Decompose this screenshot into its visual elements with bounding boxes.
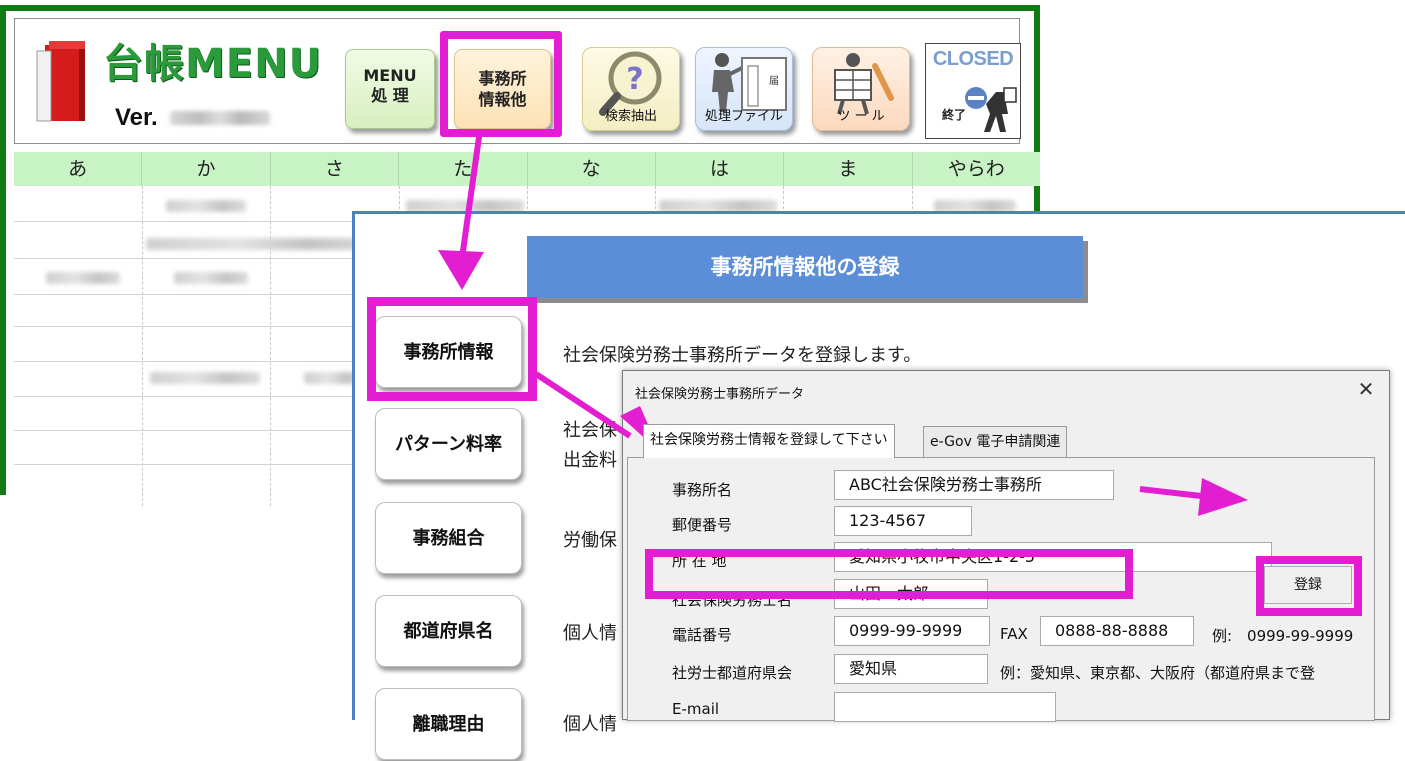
resignation-reason-description: 個人情 bbox=[563, 714, 617, 735]
kana-tab-ma[interactable]: ま bbox=[784, 152, 913, 186]
svg-text:?: ? bbox=[626, 62, 643, 97]
search-extract-label: 検索抽出 bbox=[604, 109, 657, 124]
process-file-label: 処理ファイル bbox=[704, 109, 783, 124]
menu-process-line2: 処 理 bbox=[371, 86, 409, 105]
prefecture-example: 例：愛知県、東京都、大阪府（都道府県まで登 bbox=[1000, 664, 1316, 682]
blurred-cell bbox=[174, 272, 248, 284]
app-title: 台帳MENU bbox=[103, 41, 323, 87]
postal-code-input[interactable]: 123-4567 bbox=[834, 506, 972, 536]
kana-tab-a[interactable]: あ bbox=[14, 152, 143, 186]
ledger-book-icon bbox=[36, 41, 85, 122]
kana-tab-yarawa[interactable]: やらわ bbox=[913, 152, 1040, 186]
closed-exit-button[interactable]: CLOSED 終了 bbox=[925, 43, 1021, 139]
prefecture-name-description: 個人情 bbox=[563, 623, 617, 644]
office-name-label: 事務所名 bbox=[672, 481, 733, 499]
phone-example: 例: 0999-99-9999 bbox=[1212, 627, 1354, 645]
office-name-input[interactable]: ABC社会保険労務士事務所 bbox=[834, 470, 1114, 500]
office-info-tab-panel: 事務所名 ABC社会保険労務士事務所 郵便番号 123-4567 所 在 地 愛… bbox=[627, 457, 1375, 722]
email-label: E-mail bbox=[672, 700, 720, 718]
kana-tab-na[interactable]: な bbox=[528, 152, 656, 186]
blurred-cell bbox=[46, 272, 120, 284]
fax-label: FAX bbox=[1000, 625, 1028, 643]
search-extract-button[interactable]: ? 検索抽出 bbox=[582, 47, 680, 131]
email-input[interactable] bbox=[834, 692, 1056, 722]
tool-label: ツ ー ル bbox=[837, 109, 885, 124]
exit-person-icon bbox=[965, 87, 1017, 132]
blurred-cell bbox=[146, 238, 376, 250]
blurred-cell bbox=[150, 372, 260, 384]
tab-egov[interactable]: e-Gov 電子申請関連 bbox=[923, 426, 1068, 458]
pattern-rate-description-2: 出金料 bbox=[563, 450, 617, 471]
grid-col-line bbox=[270, 186, 271, 506]
form-title: 事務所情報他の登録 bbox=[527, 236, 1083, 298]
pattern-rate-side-button[interactable]: パターン料率 bbox=[375, 408, 522, 480]
tab-office-info[interactable]: 社会保険労務士情報を登録して下さい bbox=[643, 424, 895, 458]
exit-label: 終了 bbox=[942, 108, 967, 122]
phone-input[interactable]: 0999-99-9999 bbox=[834, 616, 990, 646]
blurred-cell bbox=[166, 200, 246, 212]
office-name-highlight bbox=[645, 549, 1133, 599]
kana-tab-sa[interactable]: さ bbox=[271, 152, 400, 186]
version-label: Ver. bbox=[115, 104, 158, 131]
labor-association-side-button[interactable]: 事務組合 bbox=[375, 502, 522, 574]
pattern-rate-description: 社会保 bbox=[563, 420, 617, 441]
tool-button[interactable]: ツ ー ル bbox=[812, 47, 910, 131]
closed-label: CLOSED bbox=[932, 48, 1014, 70]
prefecture-name-side-button[interactable]: 都道府県名 bbox=[375, 595, 522, 667]
kana-tab-ha[interactable]: は bbox=[656, 152, 785, 186]
fax-input[interactable]: 0888-88-8888 bbox=[1040, 616, 1194, 646]
prefecture-assoc-label: 社労士都道府県会 bbox=[672, 664, 793, 682]
office-button-highlight bbox=[440, 31, 562, 137]
close-icon[interactable]: ✕ bbox=[1353, 377, 1379, 401]
kana-index-row: あ か さ た な は ま やらわ bbox=[14, 152, 1040, 186]
resignation-reason-side-button[interactable]: 離職理由 bbox=[375, 688, 522, 760]
grid-col-line bbox=[142, 186, 143, 506]
labor-association-description: 労働保 bbox=[563, 530, 617, 551]
kana-tab-ka[interactable]: か bbox=[142, 152, 271, 186]
office-data-dialog: 社会保険労務士事務所データ ✕ 社会保険労務士情報を登録して下さい e-Gov … bbox=[622, 370, 1390, 722]
office-info-side-highlight bbox=[367, 297, 537, 401]
menu-process-line1: MENU bbox=[363, 66, 417, 85]
process-file-button[interactable]: 届 処理ファイル bbox=[695, 47, 793, 131]
dialog-title: 社会保険労務士事務所データ bbox=[635, 387, 805, 402]
phone-label: 電話番号 bbox=[672, 626, 733, 644]
register-button-highlight bbox=[1256, 556, 1362, 616]
prefecture-assoc-input[interactable]: 愛知県 bbox=[834, 654, 988, 684]
kana-tab-ta[interactable]: た bbox=[399, 152, 528, 186]
svg-text:届: 届 bbox=[769, 75, 779, 87]
office-info-description: 社会保険労務士事務所データを登録します。 bbox=[563, 345, 922, 366]
menu-process-button[interactable]: MENU 処 理 bbox=[345, 49, 435, 129]
version-number-blurred bbox=[170, 111, 270, 125]
postal-code-label: 郵便番号 bbox=[672, 516, 733, 534]
